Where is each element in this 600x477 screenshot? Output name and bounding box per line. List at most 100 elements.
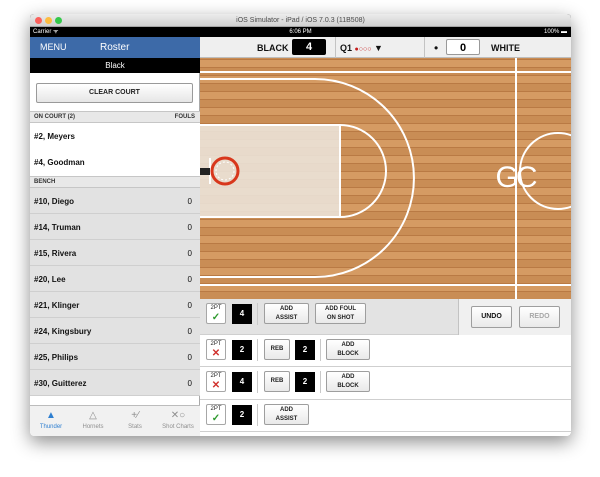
divider (320, 371, 321, 393)
checkmark-icon: ✓ (211, 413, 221, 424)
player-fouls: 0 (187, 353, 192, 362)
player-name: #4, Goodman (34, 158, 85, 167)
tab-stats[interactable]: +∕ Stats (114, 406, 156, 436)
x-mark-icon: ✕ (211, 348, 221, 359)
fouls-column-label: FOULS (174, 114, 195, 120)
bench-player-row[interactable]: #20, Lee 0 (30, 266, 200, 292)
player-name: #30, Guitterez (34, 379, 87, 388)
on-court-header: ON COURT (2) FOULS (30, 111, 200, 123)
home-team-name: BLACK (257, 43, 289, 53)
shot-type-label: 2PT (210, 373, 222, 379)
shot-type-label: 2PT (210, 305, 222, 311)
bench-player-row[interactable]: #24, Kingsbury 0 (30, 318, 200, 344)
bench-player-row[interactable]: #14, Truman 0 (30, 214, 200, 240)
undo-button[interactable]: UNDO (471, 306, 512, 328)
shooter-number[interactable]: 4 (232, 304, 252, 324)
player-name: #24, Kingsbury (34, 327, 92, 336)
add-block-button[interactable]: ADD BLOCK (326, 339, 370, 360)
rebound-label[interactable]: REB (264, 371, 290, 392)
jersey-outline-icon: △ (89, 410, 97, 421)
tab-hornets[interactable]: △ Hornets (72, 406, 114, 436)
divider (257, 339, 258, 361)
player-fouls: 0 (187, 379, 192, 388)
clock: 6:06 PM (289, 29, 312, 35)
x-mark-icon: ✕ (211, 380, 221, 391)
undo-redo-panel: UNDO REDO (458, 299, 571, 335)
home-score[interactable]: 4 (292, 39, 326, 55)
on-court-label: ON COURT (2) (34, 114, 75, 120)
backboard (200, 168, 210, 175)
app-root: MENU Roster Black CLEAR COURT ON COURT (… (30, 37, 571, 436)
rebounder-number[interactable]: 2 (295, 372, 315, 392)
shot-result-badge[interactable]: 2PT ✕ (206, 371, 226, 392)
sidebar-header: MENU Roster (30, 37, 200, 58)
shooter-number[interactable]: 4 (232, 372, 252, 392)
rebound-label[interactable]: REB (264, 339, 290, 360)
redo-button[interactable]: REDO (519, 306, 560, 328)
sidebar-title: Roster (100, 42, 130, 53)
game-panel: BLACK 4 Q1 ●○○○ ▼ • 0 WHITE GC 2PT ✓ 4 A… (200, 37, 571, 436)
player-name: #25, Philips (34, 353, 79, 362)
basketball-court[interactable]: GC (200, 58, 571, 299)
divider (257, 303, 258, 325)
period-dots: ●○○○ (354, 46, 372, 53)
tab-thunder[interactable]: ▲ Thunder (30, 406, 72, 436)
window-title: iOS Simulator - iPad / iOS 7.0.3 (11B508… (236, 17, 365, 24)
shot-result-badge[interactable]: 2PT ✕ (206, 339, 226, 360)
player-fouls: 0 (187, 301, 192, 310)
bench-player-row[interactable]: #15, Rivera 0 (30, 240, 200, 266)
close-window-button[interactable] (35, 17, 42, 24)
tab-shot-charts[interactable]: ✕○ Shot Charts (156, 406, 200, 436)
menu-button[interactable]: MENU (40, 42, 67, 52)
tab-label: Thunder (39, 424, 63, 430)
add-assist-button[interactable]: ADD ASSIST (264, 303, 309, 324)
quarter-label: Q1 (340, 43, 353, 53)
add-block-button[interactable]: ADD BLOCK (326, 371, 370, 392)
chevron-down-icon: ▼ (373, 43, 383, 53)
shot-type-label: 2PT (210, 341, 222, 347)
player-name: #20, Lee (34, 275, 66, 284)
play-row: 2PT ✕ 2 REB 2 ADD BLOCK (200, 335, 571, 367)
bench-player-row[interactable]: #30, Guitterez 0 (30, 370, 200, 396)
player-fouls: 0 (187, 275, 192, 284)
tab-bar: ▲ Thunder △ Hornets +∕ Stats ✕○ Shot Cha… (30, 405, 200, 436)
bench-player-row[interactable]: #25, Philips 0 (30, 344, 200, 370)
possession-indicator: • (434, 41, 439, 55)
quarter-selector[interactable]: Q1 ●○○○ ▼ (340, 43, 383, 53)
player-fouls: 0 (187, 197, 192, 206)
scoreboard: BLACK 4 Q1 ●○○○ ▼ • 0 WHITE (200, 37, 571, 58)
divider (320, 339, 321, 361)
bench-player-row[interactable]: #21, Klinger 0 (30, 292, 200, 318)
shooter-number[interactable]: 2 (232, 340, 252, 360)
shooter-number[interactable]: 2 (232, 405, 252, 425)
bench-label: BENCH (34, 179, 56, 185)
stats-icon: +∕ (131, 410, 139, 421)
shot-result-badge[interactable]: 2PT ✓ (206, 404, 226, 425)
shot-result-badge[interactable]: 2PT ✓ (206, 303, 226, 324)
player-name: #14, Truman (34, 223, 81, 232)
play-row: 2PT ✓ 4 ADD ASSIST ADD FOUL ON SHOT UNDO… (200, 299, 571, 335)
player-fouls: 0 (187, 249, 192, 258)
tab-label: Shot Charts (162, 424, 194, 430)
simulator-window: iOS Simulator - iPad / iOS 7.0.3 (11B508… (30, 14, 571, 436)
ios-status-bar: Carrier ᯤ 6:06 PM 100% ▬ (30, 27, 571, 37)
divider (257, 404, 258, 426)
rebounder-number[interactable]: 2 (295, 340, 315, 360)
battery-indicator: 100% ▬ (543, 29, 567, 35)
team-name-bar: Black (30, 58, 200, 73)
add-assist-button[interactable]: ADD ASSIST (264, 404, 309, 425)
tab-label: Hornets (82, 424, 104, 430)
player-fouls: 0 (187, 223, 192, 232)
add-foul-on-shot-button[interactable]: ADD FOUL ON SHOT (315, 303, 366, 324)
zoom-window-button[interactable] (55, 17, 62, 24)
player-name: #10, Diego (34, 197, 75, 206)
minimize-window-button[interactable] (45, 17, 52, 24)
bench-player-row[interactable]: #10, Diego 0 (30, 188, 200, 214)
tab-label: Stats (128, 424, 142, 430)
away-score[interactable]: 0 (446, 39, 480, 55)
court-logo: GC (495, 161, 538, 194)
shot-chart-icon: ✕○ (170, 410, 186, 421)
roster-sidebar: MENU Roster Black CLEAR COURT ON COURT (… (30, 37, 401, 436)
player-name: #21, Klinger (34, 301, 80, 310)
clear-court-button[interactable]: CLEAR COURT (36, 83, 193, 103)
